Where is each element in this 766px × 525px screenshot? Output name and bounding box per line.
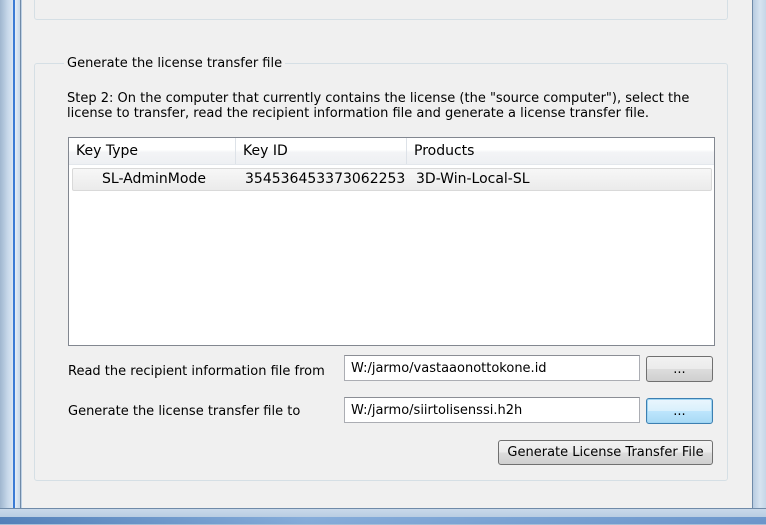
column-header-key-id[interactable]: Key ID: [236, 138, 407, 164]
recipient-file-input[interactable]: [344, 355, 640, 381]
window-frame-left-inner: [20, 0, 21, 524]
window-frame-left: [0, 0, 22, 524]
output-file-label: Generate the license transfer file to: [68, 404, 301, 419]
previous-step-group-box: [34, 0, 728, 20]
group-title: Generate the license transfer file: [64, 56, 286, 71]
desktop: Generate the license transfer file Step …: [0, 0, 766, 525]
list-header: Key Type Key ID Products: [69, 138, 714, 165]
column-header-products[interactable]: Products: [407, 138, 714, 164]
cell-key-type: SL-AdminMode: [102, 171, 206, 187]
license-list[interactable]: Key Type Key ID Products SL-AdminMode 35…: [68, 137, 715, 346]
table-row[interactable]: SL-AdminMode 354536453373062253 3D-Win-L…: [72, 168, 712, 191]
recipient-browse-button[interactable]: ...: [646, 356, 713, 382]
recipient-file-label: Read the recipient information file from: [68, 364, 325, 379]
window-frame-left-edge: [13, 0, 15, 524]
window-frame-right: [752, 0, 766, 524]
cell-key-id: 354536453373062253: [245, 171, 406, 187]
column-header-key-type[interactable]: Key Type: [69, 138, 236, 164]
output-browse-button[interactable]: ...: [646, 398, 713, 424]
output-file-input[interactable]: [344, 397, 640, 423]
output-browse-label: ...: [673, 403, 686, 419]
generate-license-transfer-file-button[interactable]: Generate License Transfer File: [498, 440, 713, 465]
step-instructions: Step 2: On the computer that currently c…: [67, 91, 690, 121]
recipient-browse-label: ...: [673, 361, 686, 377]
generate-button-label: Generate License Transfer File: [507, 445, 704, 460]
taskbar-edge: [0, 517, 766, 524]
cell-products: 3D-Win-Local-SL: [416, 171, 530, 187]
